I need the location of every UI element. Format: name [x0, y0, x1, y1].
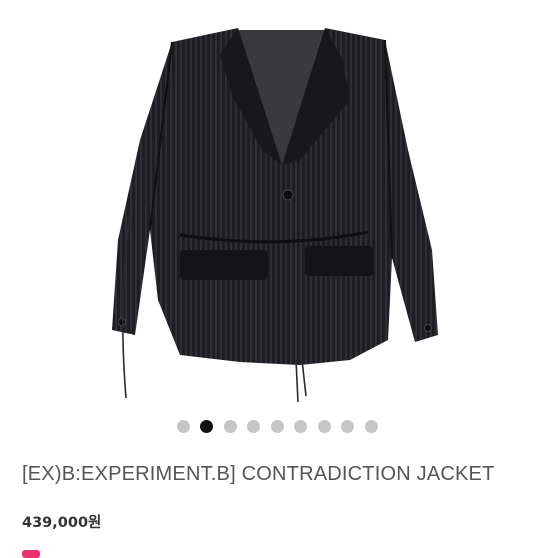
carousel-dot[interactable] — [294, 419, 307, 433]
carousel-dot[interactable] — [270, 419, 284, 433]
carousel-dot[interactable] — [223, 419, 237, 433]
product-title: [EX)B:EXPERIMENT.B] CONTRADICTION JACKET — [22, 463, 495, 485]
carousel-dot[interactable] — [176, 419, 190, 433]
carousel-indicators — [0, 419, 554, 433]
carousel-dot-active[interactable] — [200, 419, 213, 433]
badge — [22, 550, 40, 558]
product-image[interactable] — [0, 0, 554, 410]
carousel-dot[interactable] — [341, 419, 354, 433]
carousel-dot[interactable] — [364, 419, 378, 433]
carousel-dot[interactable] — [317, 419, 331, 433]
product-image-gallery[interactable] — [0, 0, 554, 410]
product-price: 439,000원 — [22, 515, 102, 531]
carousel-dot[interactable] — [247, 419, 260, 433]
